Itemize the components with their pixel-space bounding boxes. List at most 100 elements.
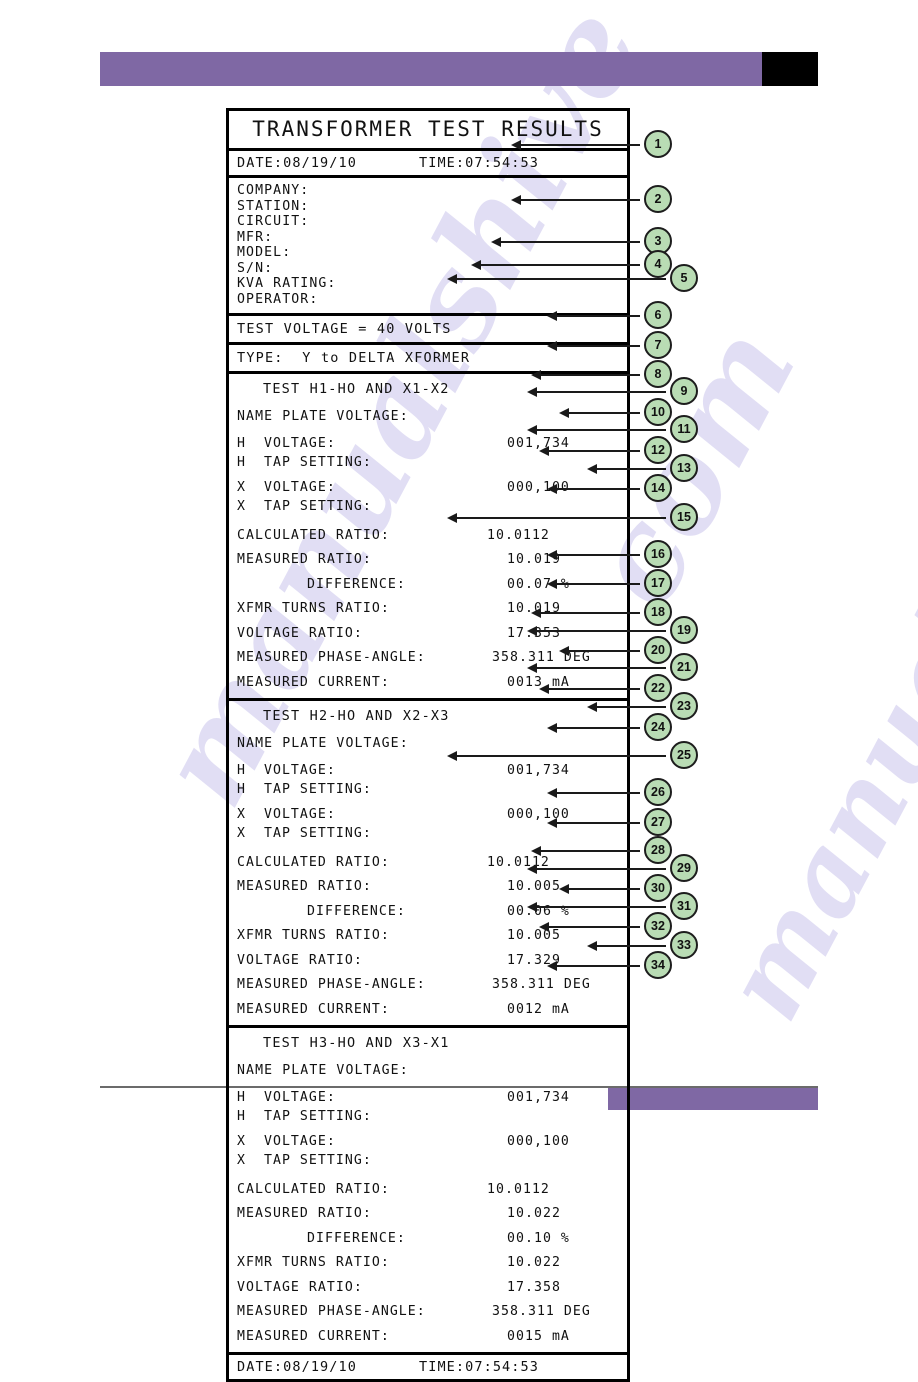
callout-bubble-18[interactable]: 18 [644, 598, 672, 626]
callout-bubble-33[interactable]: 33 [670, 931, 698, 959]
callout-bubble-11[interactable]: 11 [670, 415, 698, 443]
x-tap-label: X TAP SETTING: [237, 1153, 372, 1168]
measured-ratio-value: 10.005 [507, 879, 561, 894]
callout-bubble-26[interactable]: 26 [644, 778, 672, 806]
info-field: COMPANY: [237, 183, 310, 198]
transformer-test-ticket: TRANSFORMER TEST RESULTS DATE:08/19/10 T… [226, 108, 630, 1382]
measured-current-value: 0015 mA [507, 1328, 570, 1344]
calculated-ratio-label: CALCULATED RATIO: [237, 854, 390, 870]
h-voltage-label: H VOLTAGE: [237, 435, 336, 451]
info-field: KVA RATING: [237, 276, 337, 291]
h-tap-label: H TAP SETTING: [237, 455, 372, 470]
callout-bubble-10[interactable]: 10 [644, 398, 672, 426]
x-voltage-value: 000,100 [507, 806, 570, 822]
h-voltage-value: 001,734 [507, 762, 570, 778]
h-tap-label: H TAP SETTING: [237, 1109, 372, 1124]
measured-current-value: 0012 mA [507, 1001, 570, 1017]
callout-bubble-1[interactable]: 1 [644, 130, 672, 158]
h-voltage-label: H VOLTAGE: [237, 1089, 336, 1105]
test-1-header: TEST H1-HO AND X1-X2 [263, 381, 450, 397]
test-3-body: NAME PLATE VOLTAGE: H VOLTAGE: 001,734 H … [229, 1058, 627, 1352]
difference-value: 00.10 % [507, 1230, 570, 1246]
callout-bubble-20[interactable]: 20 [644, 636, 672, 664]
turns-ratio-label: XFMR TURNS RATIO: [237, 928, 390, 943]
turns-ratio-value: 10.005 [507, 928, 561, 943]
h-voltage-label: H VOLTAGE: [237, 762, 336, 778]
callout-bubble-32[interactable]: 32 [644, 912, 672, 940]
measured-ratio-value: 10.022 [507, 1206, 561, 1221]
callout-bubble-17[interactable]: 17 [644, 569, 672, 597]
ticket-title: TRANSFORMER TEST RESULTS [252, 117, 604, 141]
transformer-type-line: TYPE: Y to DELTA XFORMER [237, 350, 471, 366]
callout-bubble-14[interactable]: 14 [644, 474, 672, 502]
callout-bubble-2[interactable]: 2 [644, 185, 672, 213]
voltage-ratio-value: 17.358 [507, 1279, 561, 1295]
header-black-block [762, 52, 818, 86]
callout-bubble-8[interactable]: 8 [644, 360, 672, 388]
difference-value: 00.07 % [507, 576, 570, 592]
callout-bubble-34[interactable]: 34 [644, 951, 672, 979]
turns-ratio-label: XFMR TURNS RATIO: [237, 1255, 390, 1270]
test-1-body: NAME PLATE VOLTAGE: H VOLTAGE: 001,734 H … [229, 404, 627, 698]
callout-bubble-15[interactable]: 15 [670, 503, 698, 531]
header-purple-bar [100, 52, 818, 86]
nameplate-voltage-label: NAME PLATE VOLTAGE: [237, 736, 409, 751]
callout-bubble-29[interactable]: 29 [670, 854, 698, 882]
callout-bubble-19[interactable]: 19 [670, 616, 698, 644]
measured-ratio-label: MEASURED RATIO: [237, 879, 372, 894]
measured-current-label: MEASURED CURRENT: [237, 674, 390, 690]
header-time: TIME:07:54:53 [419, 155, 539, 171]
x-tap-label: X TAP SETTING: [237, 826, 372, 841]
callout-bubble-25[interactable]: 25 [670, 741, 698, 769]
difference-label: DIFFERENCE: [307, 576, 406, 592]
difference-label: DIFFERENCE: [307, 1230, 406, 1246]
turns-ratio-value: 10.022 [507, 1255, 561, 1270]
calculated-ratio-label: CALCULATED RATIO: [237, 1181, 390, 1197]
nameplate-voltage-label: NAME PLATE VOLTAGE: [237, 409, 409, 424]
x-voltage-value: 000,100 [507, 479, 570, 495]
info-field: CIRCUIT: [237, 214, 310, 229]
voltage-ratio-value: 17.329 [507, 952, 561, 968]
test-2-header: TEST H2-HO AND X2-X3 [263, 708, 450, 724]
turns-ratio-label: XFMR TURNS RATIO: [237, 601, 390, 616]
callout-bubble-4[interactable]: 4 [644, 250, 672, 278]
difference-value: 00.06 % [507, 903, 570, 919]
callout-bubble-16[interactable]: 16 [644, 540, 672, 568]
x-voltage-label: X VOLTAGE: [237, 479, 336, 495]
calculated-ratio-value: 10.0112 [487, 1181, 550, 1197]
footer-purple-block [608, 1088, 818, 1110]
callout-bubble-23[interactable]: 23 [670, 692, 698, 720]
info-field: S/N: [237, 260, 274, 276]
h-voltage-value: 001,734 [507, 1089, 570, 1105]
measured-ratio-label: MEASURED RATIO: [237, 1206, 372, 1221]
callout-bubble-28[interactable]: 28 [644, 836, 672, 864]
x-voltage-label: X VOLTAGE: [237, 1133, 336, 1149]
measured-current-label: MEASURED CURRENT: [237, 1001, 390, 1017]
callout-bubble-31[interactable]: 31 [670, 892, 698, 920]
callout-bubble-22[interactable]: 22 [644, 674, 672, 702]
phase-angle-value: 358.311 DEG [492, 977, 591, 992]
measured-current-value: 0013 mA [507, 674, 570, 690]
footer-time: TIME:07:54:53 [419, 1359, 539, 1375]
callout-bubble-5[interactable]: 5 [670, 264, 698, 292]
phase-angle-label: MEASURED PHASE-ANGLE: [237, 977, 426, 992]
x-voltage-value: 000,100 [507, 1133, 570, 1149]
phase-angle-label: MEASURED PHASE-ANGLE: [237, 650, 426, 665]
callout-bubble-13[interactable]: 13 [670, 454, 698, 482]
callout-bubble-7[interactable]: 7 [644, 331, 672, 359]
callout-bubble-21[interactable]: 21 [670, 653, 698, 681]
h-tap-label: H TAP SETTING: [237, 782, 372, 797]
callout-bubble-9[interactable]: 9 [670, 377, 698, 405]
measured-ratio-value: 10.019 [507, 552, 561, 567]
info-field: MODEL: [237, 245, 292, 260]
callout-bubble-6[interactable]: 6 [644, 301, 672, 329]
callout-bubble-12[interactable]: 12 [644, 436, 672, 464]
callout-bubble-24[interactable]: 24 [644, 713, 672, 741]
info-field: OPERATOR: [237, 291, 319, 307]
test-2-body: NAME PLATE VOLTAGE: H VOLTAGE: 001,734 H … [229, 731, 627, 1025]
phase-angle-value: 358.311 DEG [492, 1304, 591, 1319]
watermark-word: manuals [700, 526, 918, 1040]
nameplate-voltage-label: NAME PLATE VOLTAGE: [237, 1063, 409, 1078]
callout-bubble-27[interactable]: 27 [644, 808, 672, 836]
callout-bubble-30[interactable]: 30 [644, 874, 672, 902]
